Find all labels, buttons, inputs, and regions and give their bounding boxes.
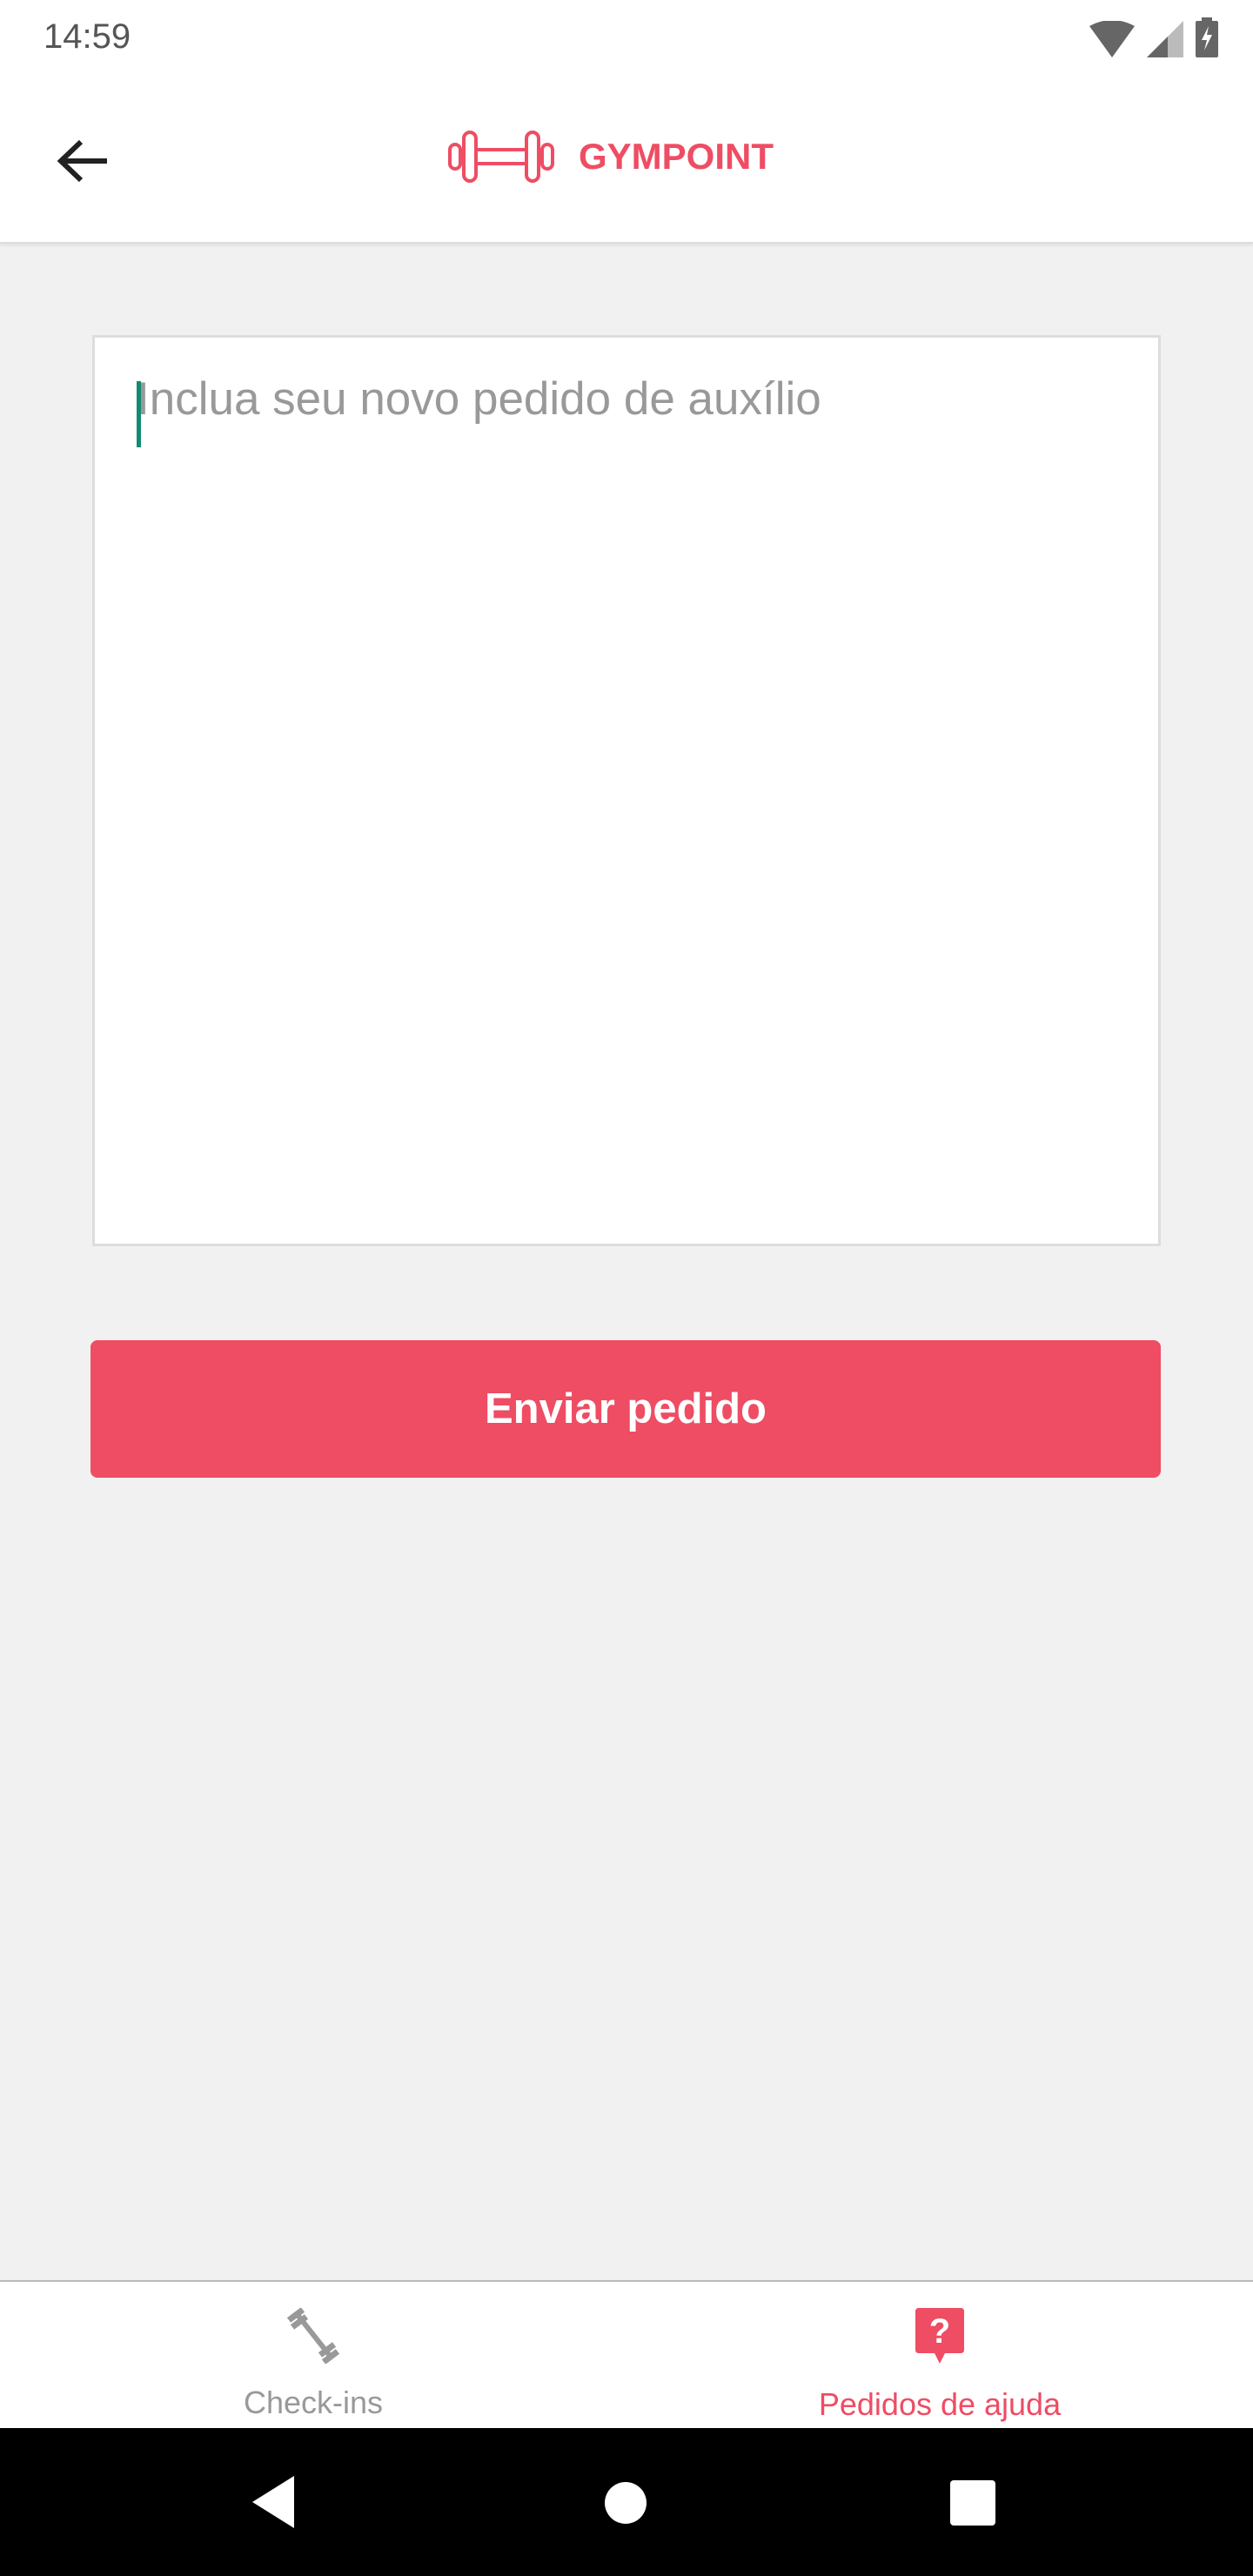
brand-logo: GYMPOINT: [448, 129, 774, 184]
bottom-tab-bar: Check-ins ? Pedidos de ajuda: [0, 2280, 1253, 2428]
nav-home-icon[interactable]: [605, 2482, 647, 2524]
text-cursor: [137, 381, 141, 447]
battery-charging-icon: [1196, 17, 1218, 57]
textarea-placeholder: Inclua seu novo pedido de auxílio: [137, 373, 821, 425]
submit-request-button[interactable]: Enviar pedido: [90, 1340, 1161, 1478]
help-bubble-icon: ?: [915, 2308, 964, 2364]
nav-recents-icon[interactable]: [950, 2480, 995, 2526]
tab-check-ins[interactable]: Check-ins: [0, 2282, 626, 2428]
nav-back-icon[interactable]: [252, 2476, 296, 2528]
system-nav-bar: [0, 2428, 1253, 2576]
dumbbell-icon: [448, 131, 554, 183]
status-bar: 14:59: [0, 0, 1253, 78]
back-button[interactable]: [52, 131, 113, 191]
arrow-left-icon: [57, 139, 107, 183]
wifi-icon: [1089, 21, 1135, 57]
app-header: GYMPOINT: [0, 78, 1253, 244]
status-time: 14:59: [44, 17, 131, 56]
help-request-textarea[interactable]: Inclua seu novo pedido de auxílio: [92, 335, 1161, 1246]
svg-text:?: ?: [929, 2312, 950, 2351]
signal-icon: [1147, 21, 1183, 57]
tab-help-requests[interactable]: ? Pedidos de ajuda: [626, 2282, 1253, 2428]
tab-label: Pedidos de ajuda: [818, 2386, 1062, 2422]
dumbbell-icon: [286, 2308, 340, 2364]
app-title: GYMPOINT: [579, 136, 774, 177]
tab-label: Check-ins: [243, 2385, 384, 2420]
